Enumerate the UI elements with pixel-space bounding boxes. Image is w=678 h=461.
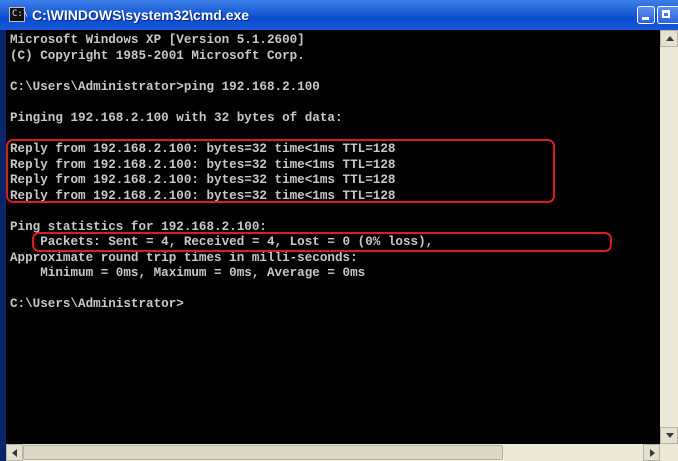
packets-highlight-box <box>32 232 612 252</box>
horizontal-scroll-thumb[interactable] <box>23 445 503 460</box>
scroll-down-button[interactable] <box>660 427 678 444</box>
scroll-left-button[interactable] <box>6 444 23 461</box>
cmd-prompt-glyph: C:\ <box>12 9 29 19</box>
title-bar[interactable]: C:\ C:\WINDOWS\system32\cmd.exe <box>0 0 678 30</box>
scroll-right-button[interactable] <box>643 444 660 461</box>
minimize-button[interactable] <box>637 6 655 24</box>
scroll-up-button[interactable] <box>660 30 678 47</box>
vertical-scrollbar[interactable] <box>660 30 678 444</box>
console-line: Microsoft Windows XP [Version 5.1.2600] <box>10 33 305 47</box>
maximize-icon <box>662 10 670 18</box>
arrow-right-icon <box>650 449 655 457</box>
maximize-button[interactable] <box>657 6 678 24</box>
console-line: C:\Users\Administrator> <box>10 297 184 311</box>
cmd-window: C:\ C:\WINDOWS\system32\cmd.exe Microsof… <box>0 0 678 461</box>
arrow-up-icon <box>666 36 674 41</box>
console-line: Pinging 192.168.2.100 with 32 bytes of d… <box>10 111 343 125</box>
console-line: C:\Users\Administrator>ping 192.168.2.10… <box>10 80 320 94</box>
cmd-prompt-icon[interactable]: C:\ <box>9 7 29 22</box>
console-line: Minimum = 0ms, Maximum = 0ms, Average = … <box>10 266 366 280</box>
console-output[interactable]: Microsoft Windows XP [Version 5.1.2600] … <box>6 30 660 444</box>
scrollbar-corner <box>660 444 678 461</box>
window-title: C:\WINDOWS\system32\cmd.exe <box>32 7 250 23</box>
console-line: Approximate round trip times in milli-se… <box>10 251 358 265</box>
replies-highlight-box <box>6 139 555 203</box>
arrow-left-icon <box>12 449 17 457</box>
console-line: (C) Copyright 1985-2001 Microsoft Corp. <box>10 49 305 63</box>
minimize-icon <box>642 17 649 20</box>
horizontal-scrollbar[interactable] <box>6 444 660 461</box>
arrow-down-icon <box>666 433 674 438</box>
